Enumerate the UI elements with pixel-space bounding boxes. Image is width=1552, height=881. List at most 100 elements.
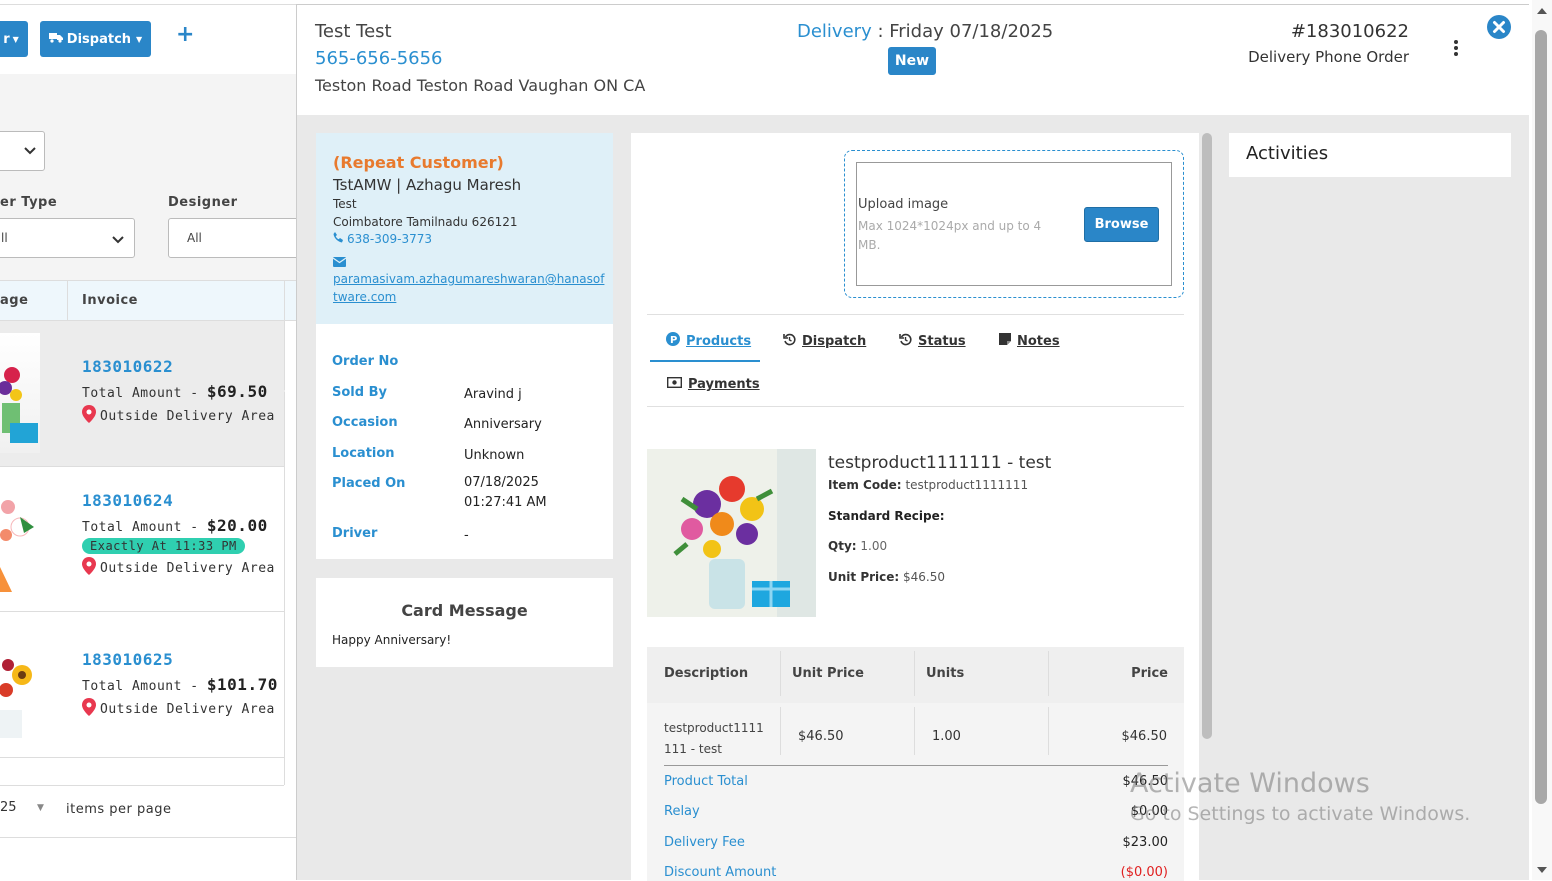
table-row[interactable]: 183010625 Total Amount - $101.70 Outside… bbox=[0, 612, 284, 758]
order-type-value: ll bbox=[1, 231, 8, 245]
delivery-time-badge: Exactly At 11:33 PM bbox=[82, 538, 245, 554]
phone-icon bbox=[333, 232, 344, 246]
upload-hint: Max 1024*1024px and up to 4 MB. bbox=[858, 219, 1042, 252]
designer-label: Designer bbox=[168, 195, 238, 210]
caret-down-icon: ▼ bbox=[136, 34, 143, 44]
detail-value: Anniversary bbox=[464, 417, 542, 432]
upload-title: Upload image bbox=[858, 197, 949, 212]
col-divider bbox=[914, 707, 915, 755]
map-pin-icon bbox=[82, 698, 96, 720]
amount-line: Total Amount - $101.70 bbox=[82, 675, 278, 694]
delivery-label: Delivery bbox=[797, 21, 872, 42]
top-divider bbox=[0, 4, 296, 5]
location-line: Outside Delivery Area bbox=[82, 698, 278, 720]
total-row-product-total: Product Total $46.50 bbox=[647, 772, 1184, 794]
unit-price-value: $46.50 bbox=[903, 570, 946, 584]
customer-phone-link[interactable]: 565-656-5656 bbox=[315, 48, 443, 69]
amount-label: Total Amount - bbox=[82, 386, 199, 401]
invoice-block: 183010622 Total Amount - $69.50 Outside … bbox=[82, 357, 275, 427]
money-icon bbox=[666, 376, 683, 392]
total-label: Product Total bbox=[664, 774, 748, 789]
location-text: Outside Delivery Area bbox=[100, 560, 275, 576]
tab-payments[interactable]: Payments bbox=[666, 376, 760, 392]
order-number: #183010622 bbox=[1290, 21, 1409, 42]
amount-label: Total Amount - bbox=[82, 679, 199, 694]
customer-phone-link[interactable]: 638-309-3773 bbox=[347, 232, 432, 246]
col-stage-header[interactable]: age bbox=[0, 293, 28, 308]
customer-card: (Repeat Customer) TstAMW | Azhagu Maresh… bbox=[316, 133, 613, 324]
history-icon bbox=[899, 333, 912, 350]
tab-payments-label: Payments bbox=[688, 377, 760, 392]
product-thumbnail bbox=[0, 487, 40, 592]
qty-row: Qty: 1.00 bbox=[828, 539, 887, 553]
close-icon[interactable] bbox=[1487, 15, 1511, 39]
location-text: Outside Delivery Area bbox=[100, 408, 275, 424]
product-p-icon: P bbox=[666, 332, 680, 350]
content-scrollbar[interactable] bbox=[1202, 133, 1212, 739]
page-size-select[interactable]: 25 ▼ bbox=[0, 800, 52, 822]
scroll-up-arrow-icon[interactable] bbox=[1537, 8, 1547, 14]
activities-title: Activities bbox=[1246, 143, 1329, 164]
page-size-value: 25 bbox=[0, 800, 17, 815]
recipe-label: Standard Recipe: bbox=[828, 509, 945, 523]
more-vertical-icon[interactable] bbox=[1453, 39, 1461, 57]
upload-dropzone[interactable]: Upload image Max 1024*1024px and up to 4… bbox=[844, 150, 1184, 298]
delivery-line: Delivery : Friday 07/18/2025 bbox=[797, 21, 1053, 42]
total-value: $23.00 bbox=[1122, 835, 1169, 850]
header-description: Description bbox=[664, 666, 749, 681]
add-button[interactable]: + bbox=[176, 22, 194, 47]
designer-select[interactable]: All bbox=[168, 218, 308, 258]
tab-notes-label: Notes bbox=[1017, 333, 1060, 349]
table-row[interactable] bbox=[0, 758, 284, 786]
table-row[interactable]: 183010624 Total Amount - $20.00 Exactly … bbox=[0, 467, 284, 612]
chevron-down-icon bbox=[112, 233, 124, 247]
scroll-down-arrow-icon[interactable] bbox=[1537, 867, 1547, 873]
customer-full-name: TstAMW | Azhagu Maresh bbox=[333, 176, 522, 194]
invoice-number[interactable]: 183010625 bbox=[82, 650, 278, 669]
col-divider bbox=[914, 651, 915, 696]
location-text: Outside Delivery Area bbox=[100, 701, 275, 717]
detail-key: Driver bbox=[332, 526, 378, 541]
invoice-number[interactable]: 183010622 bbox=[82, 357, 275, 376]
detail-key: Order No bbox=[332, 354, 399, 369]
map-pin-icon bbox=[82, 405, 96, 427]
browse-button[interactable]: Browse bbox=[1084, 207, 1159, 242]
amount-value: $20.00 bbox=[206, 516, 268, 535]
tab-dispatch-label: Dispatch bbox=[802, 334, 867, 349]
header-price: Price bbox=[1131, 666, 1168, 681]
tab-products[interactable]: P Products bbox=[666, 332, 751, 350]
order-list-pane: r ▼ Dispatch ▼ + er Type ll Designer All… bbox=[0, 0, 308, 880]
email-line2: tware.com bbox=[333, 290, 397, 304]
tab-notes[interactable]: Notes bbox=[999, 333, 1060, 349]
product-name: testproduct1111111 - test bbox=[828, 453, 1052, 473]
items-per-page-label: items per page bbox=[66, 802, 172, 817]
tabs-bottom-divider bbox=[647, 406, 1184, 407]
tab-status[interactable]: Status bbox=[899, 333, 966, 350]
tab-dispatch[interactable]: Dispatch bbox=[783, 333, 866, 350]
page-scrollbar-thumb[interactable] bbox=[1535, 30, 1547, 804]
table-header-row: Description Unit Price Units Price bbox=[647, 647, 1184, 703]
customer-line2: Coimbatore Tamilnadu 626121 bbox=[333, 215, 518, 229]
table-row[interactable]: 183010622 Total Amount - $69.50 Outside … bbox=[0, 321, 296, 467]
customer-phone-row: 638-309-3773 bbox=[333, 232, 432, 246]
page-scrollbar-track bbox=[1532, 0, 1552, 880]
detail-key: Sold By bbox=[332, 385, 387, 400]
detail-value: - bbox=[464, 528, 469, 543]
card-message-title: Card Message bbox=[401, 601, 528, 620]
col-invoice-header[interactable]: Invoice bbox=[82, 293, 138, 308]
top-filter-select[interactable] bbox=[0, 131, 45, 171]
col-divider bbox=[1048, 651, 1049, 696]
partial-dropdown-button[interactable]: r ▼ bbox=[0, 21, 28, 57]
total-value: $0.00 bbox=[1130, 804, 1168, 819]
invoice-number[interactable]: 183010624 bbox=[82, 491, 275, 510]
detail-value: 07/18/2025 01:27:41 AM bbox=[464, 475, 547, 510]
col-divider bbox=[1048, 707, 1049, 755]
qty-value: 1.00 bbox=[860, 539, 888, 553]
total-label: Discount Amount bbox=[664, 865, 777, 880]
dispatch-button[interactable]: Dispatch ▼ bbox=[40, 21, 151, 57]
amount-value: $101.70 bbox=[206, 675, 278, 694]
customer-email-link[interactable]: paramasivam.azhagumareshwaran@hanasof tw… bbox=[333, 270, 604, 306]
location-line: Outside Delivery Area bbox=[82, 557, 275, 579]
designer-value: All bbox=[187, 231, 202, 245]
order-type-select[interactable]: ll bbox=[0, 218, 135, 258]
